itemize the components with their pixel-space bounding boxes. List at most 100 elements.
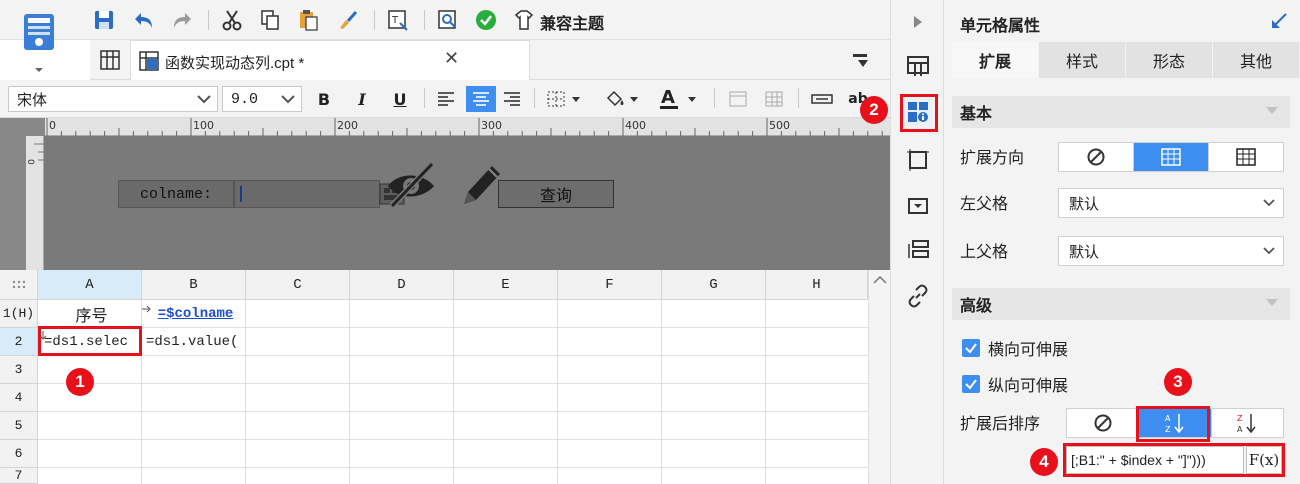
save-icon[interactable] xyxy=(92,8,116,32)
vertical-expand-option[interactable] xyxy=(1134,143,1209,171)
align-left-icon[interactable] xyxy=(434,88,458,110)
collapse-panel-icon[interactable] xyxy=(1270,12,1288,34)
no-sort-option[interactable] xyxy=(1067,409,1140,437)
left-parent-select[interactable]: 默认 xyxy=(1058,188,1284,218)
chevron-down-icon xyxy=(1263,247,1275,255)
column-header[interactable]: F xyxy=(558,270,662,300)
tab-document[interactable]: 函数实现动态列.cpt * xyxy=(130,40,530,80)
horizontal-expand-option[interactable] xyxy=(1209,143,1283,171)
column-header[interactable]: B xyxy=(142,270,246,300)
insert-widget-icon[interactable] xyxy=(810,88,834,110)
underline-button[interactable]: U xyxy=(388,88,412,110)
upper-parent-value: 默认 xyxy=(1069,242,1100,261)
column-header[interactable]: E xyxy=(454,270,558,300)
query-button[interactable]: 查询 xyxy=(498,180,614,208)
svg-text:A: A xyxy=(1237,425,1243,434)
grid-view-icon[interactable] xyxy=(100,50,120,74)
font-size-select[interactable]: 9.0 xyxy=(222,86,302,112)
merge-cells-icon[interactable] xyxy=(726,88,750,110)
row-header[interactable]: 2 xyxy=(0,328,38,356)
paste-icon[interactable] xyxy=(296,8,320,32)
theme-icon[interactable] xyxy=(512,8,536,32)
annotation-badge-3: 3 xyxy=(1164,368,1192,396)
cell-b1[interactable]: =$colname xyxy=(142,300,246,328)
tab-form[interactable]: 形态 xyxy=(1126,42,1213,78)
cell-border-icon[interactable] xyxy=(904,146,932,174)
expand-right-icon xyxy=(142,301,152,317)
expand-direction-label: 扩展方向 xyxy=(960,148,1025,167)
section-advanced[interactable]: 高级 xyxy=(952,288,1290,320)
check-icon[interactable] xyxy=(474,8,498,32)
align-center-icon[interactable] xyxy=(466,86,496,112)
vertical-expand-checkbox[interactable]: 纵向可伸展 xyxy=(962,372,1068,396)
designer-logo-icon[interactable] xyxy=(16,8,62,74)
tab-expand[interactable]: 扩展 xyxy=(952,42,1039,78)
cut-icon[interactable] xyxy=(220,8,244,32)
colname-input[interactable] xyxy=(234,180,380,208)
section-basic[interactable]: 基本 xyxy=(952,96,1290,128)
preview-icon[interactable]: T xyxy=(386,8,410,32)
italic-button[interactable]: I xyxy=(350,88,374,110)
undo-icon[interactable] xyxy=(132,8,156,32)
search-report-icon[interactable] xyxy=(436,8,460,32)
tab-style[interactable]: 样式 xyxy=(1039,42,1126,78)
upper-parent-select[interactable]: 默认 xyxy=(1058,236,1284,266)
sort-descending-icon[interactable]: ZA xyxy=(1212,409,1283,437)
bold-button[interactable]: B xyxy=(312,88,336,110)
collapse-arrow-icon[interactable] xyxy=(904,8,932,36)
border-icon[interactable] xyxy=(544,88,588,110)
row-header[interactable]: 1(H) xyxy=(0,300,38,328)
chevron-down-icon xyxy=(281,95,295,104)
horizontal-expand-checkbox[interactable]: 横向可伸展 xyxy=(962,336,1068,360)
hidden-eye-icon[interactable] xyxy=(384,160,440,214)
select-all-corner[interactable] xyxy=(0,270,38,300)
condition-attribute-icon[interactable] xyxy=(904,236,932,264)
spreadsheet-grid[interactable]: A B C D E F G H 1(H) 2 3 4 5 6 7 序号 =$co… xyxy=(0,270,890,484)
widget-icon[interactable] xyxy=(904,192,932,220)
vertical-scrollbar[interactable] xyxy=(868,270,890,484)
no-expand-option[interactable] xyxy=(1059,143,1134,171)
panel-title: 单元格属性 xyxy=(960,16,1041,35)
row-header[interactable]: 7 xyxy=(0,468,38,484)
cell-element-icon[interactable] xyxy=(904,52,932,80)
row-header[interactable]: 3 xyxy=(0,356,38,384)
hyperlink-icon[interactable] xyxy=(904,282,932,310)
cell-a1[interactable]: 序号 xyxy=(38,300,142,328)
tab-menu-icon[interactable] xyxy=(852,52,870,74)
column-header[interactable]: A xyxy=(38,270,142,300)
left-parent-label: 左父格 xyxy=(960,194,1009,213)
chevron-down-icon xyxy=(197,95,211,104)
left-parent-value: 默认 xyxy=(1069,194,1100,213)
column-header[interactable]: D xyxy=(350,270,454,300)
annotation-box-4 xyxy=(1063,443,1285,477)
split-cells-icon[interactable] xyxy=(762,88,786,110)
edit-pencil-icon[interactable] xyxy=(456,158,504,214)
column-header[interactable]: G xyxy=(662,270,766,300)
row-header[interactable]: 6 xyxy=(0,440,38,468)
close-tab-button[interactable]: ✕ xyxy=(444,48,459,69)
column-header[interactable]: H xyxy=(766,270,868,300)
chevron-down-icon xyxy=(1266,299,1278,306)
font-family-select[interactable]: 宋体 xyxy=(8,86,218,112)
font-color-icon[interactable]: A xyxy=(656,88,704,110)
chevron-up-icon[interactable] xyxy=(869,270,891,290)
chevron-down-icon xyxy=(1266,107,1278,114)
annotation-box-3 xyxy=(1136,406,1210,442)
cell-b2[interactable]: =ds1.value( xyxy=(142,328,246,356)
format-painter-icon[interactable] xyxy=(336,8,360,32)
cell-properties-panel: 单元格属性 扩展 样式 形态 其他 基本 扩展方向 左父格 默认 上父格 默认 … xyxy=(944,0,1300,484)
format-toolbar: 宋体 9.0 B I U A ab xyxy=(0,80,890,118)
fill-color-icon[interactable] xyxy=(602,88,646,110)
tab-other[interactable]: 其他 xyxy=(1213,42,1300,78)
align-right-icon[interactable] xyxy=(500,88,524,110)
theme-button[interactable]: 兼容主题 xyxy=(540,10,604,34)
row-header[interactable]: 5 xyxy=(0,412,38,440)
redo-icon[interactable] xyxy=(170,8,194,32)
row-header[interactable]: 4 xyxy=(0,384,38,412)
main-toolbar: T 兼容主题 xyxy=(0,0,890,40)
horizontal-expand-label: 横向可伸展 xyxy=(988,340,1069,359)
vertical-expand-label: 纵向可伸展 xyxy=(988,376,1069,395)
copy-icon[interactable] xyxy=(258,8,282,32)
ruler-ticks xyxy=(46,118,883,136)
column-header[interactable]: C xyxy=(246,270,350,300)
